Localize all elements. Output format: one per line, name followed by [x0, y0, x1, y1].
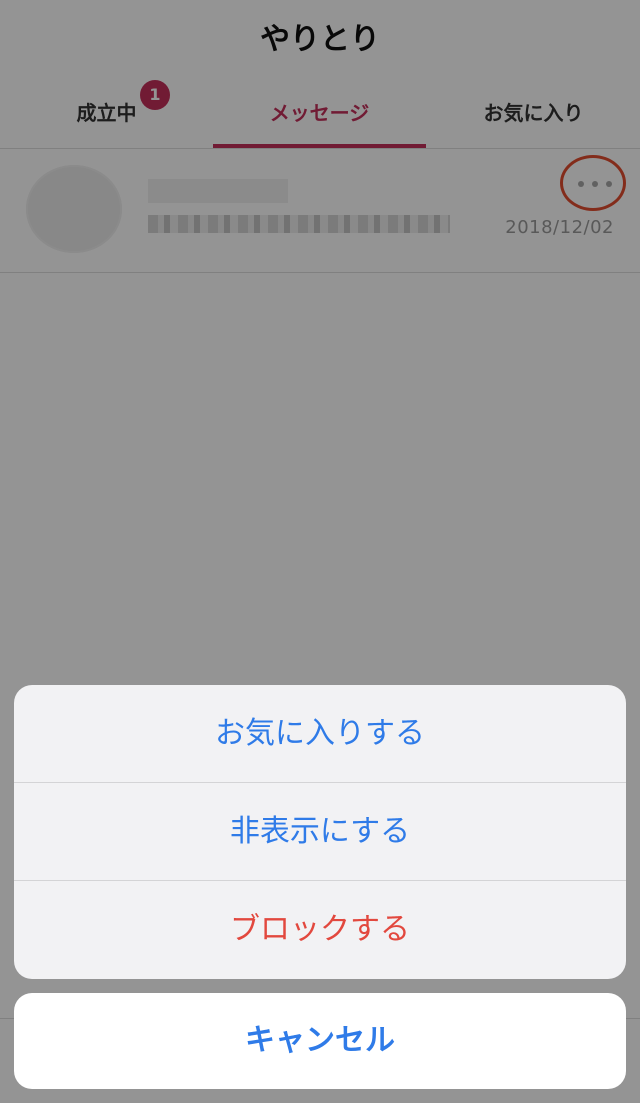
favorite-action-button[interactable]: お気に入りする — [14, 685, 626, 783]
hide-action-button[interactable]: 非表示にする — [14, 783, 626, 881]
action-sheet: お気に入りする 非表示にする ブロックする — [14, 685, 626, 979]
cancel-button[interactable]: キャンセル — [14, 993, 626, 1089]
block-action-button[interactable]: ブロックする — [14, 881, 626, 979]
